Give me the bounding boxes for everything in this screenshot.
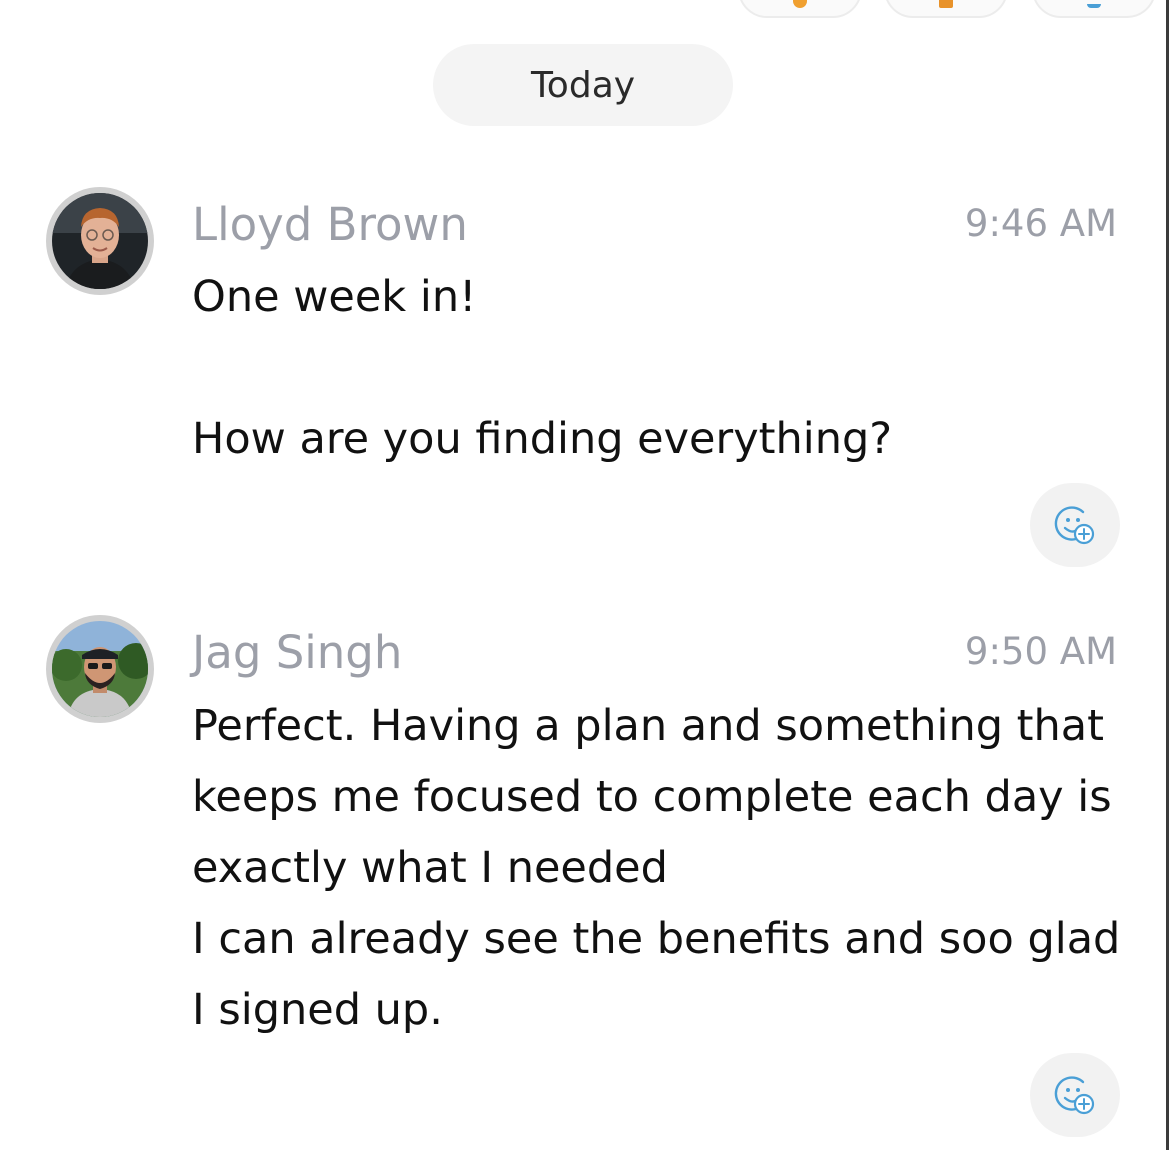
sender-name[interactable]: Jag Singh bbox=[192, 626, 402, 679]
sender-name[interactable]: Lloyd Brown bbox=[192, 198, 468, 251]
avatar[interactable] bbox=[46, 615, 154, 723]
avatar-photo-icon bbox=[52, 621, 148, 717]
reaction-chip[interactable] bbox=[738, 0, 862, 18]
avatar-photo-icon bbox=[52, 193, 148, 289]
add-reaction-button[interactable] bbox=[1030, 483, 1120, 567]
message-text: One week in! How are you finding everyth… bbox=[192, 272, 893, 464]
reaction-emoji-icon bbox=[1087, 4, 1101, 8]
reaction-chip[interactable] bbox=[884, 0, 1008, 18]
message-timestamp: 9:46 AM bbox=[964, 202, 1117, 245]
reaction-emoji-icon bbox=[939, 0, 953, 8]
reaction-chip[interactable] bbox=[1032, 0, 1156, 18]
reaction-emoji-icon bbox=[793, 0, 807, 8]
add-reaction-button[interactable] bbox=[1030, 1053, 1120, 1137]
message-text: Perfect. Having a plan and something tha… bbox=[192, 701, 1121, 1035]
add-reaction-icon bbox=[1054, 1076, 1095, 1115]
avatar[interactable] bbox=[46, 187, 154, 295]
date-divider: Today bbox=[433, 44, 733, 126]
date-divider-label: Today bbox=[530, 64, 636, 106]
add-reaction-icon bbox=[1054, 506, 1095, 545]
message-timestamp: 9:50 AM bbox=[964, 630, 1117, 673]
